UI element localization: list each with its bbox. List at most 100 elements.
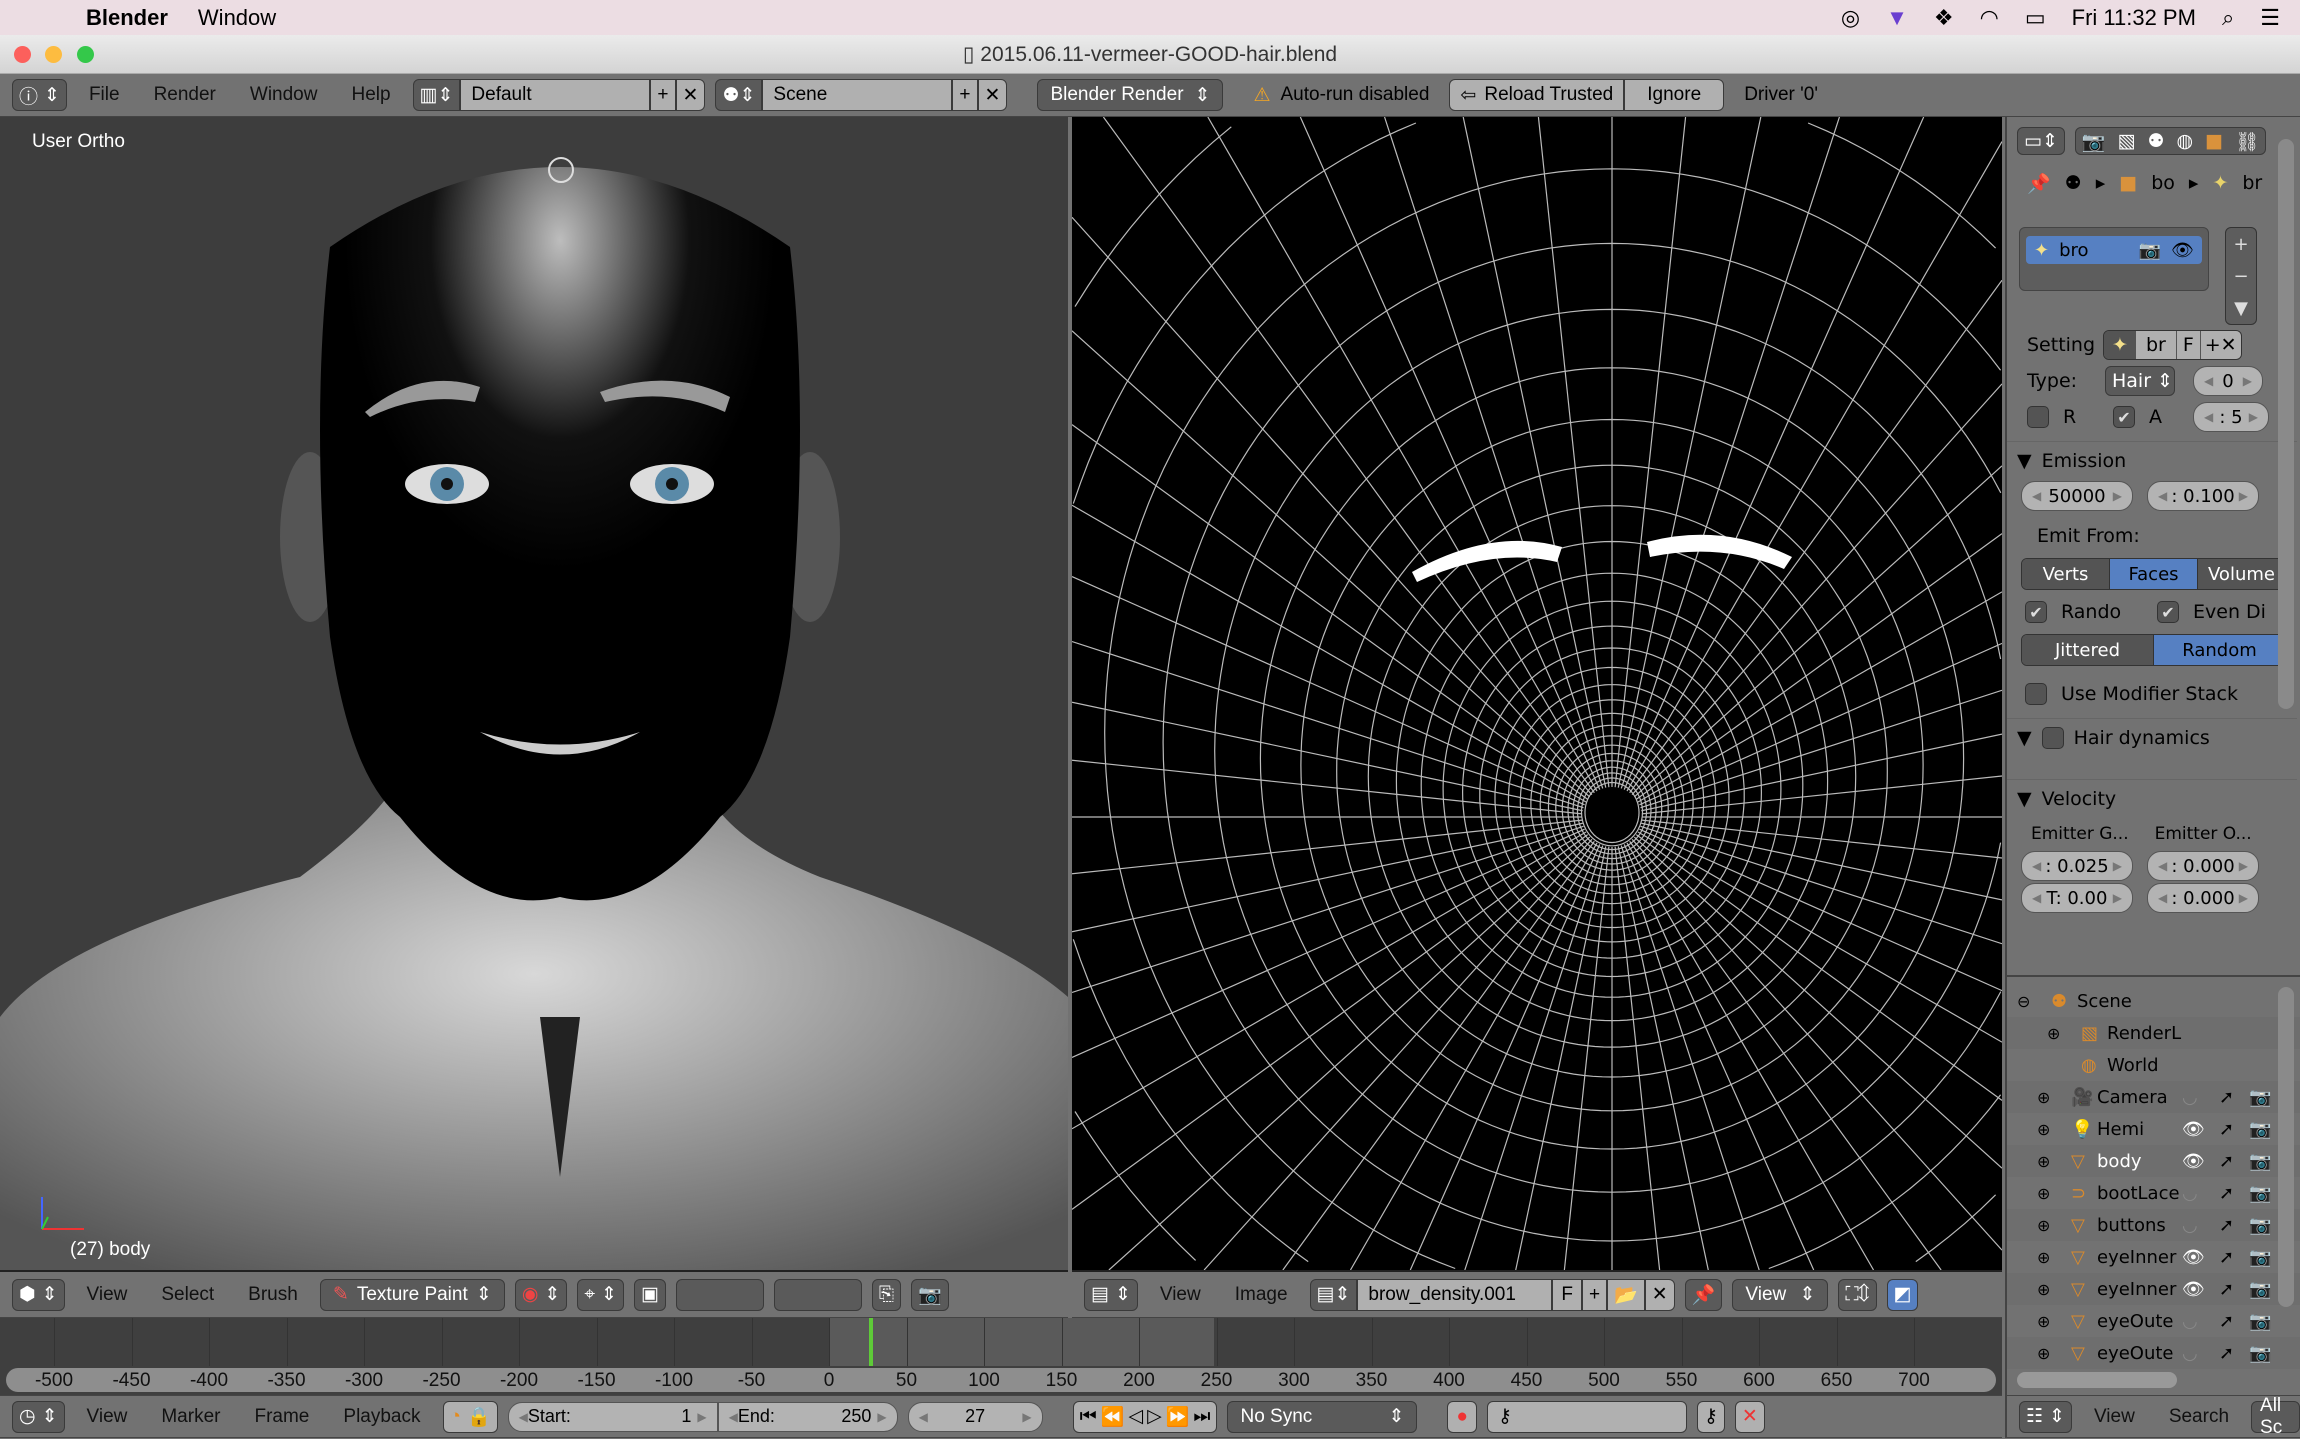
expand-icon[interactable]: ⊕ [2037, 1152, 2050, 1171]
prev-keyframe-icon[interactable]: ⏪ [1101, 1405, 1125, 1429]
reload-trusted-button[interactable]: ⇦ Reload Trusted [1449, 79, 1625, 111]
selectable-icon[interactable]: ➚ [2219, 1183, 2234, 1204]
lock-icon[interactable]: 🔒 [467, 1405, 491, 1429]
visibility-icon[interactable]: ◡ [2182, 1215, 2198, 1236]
outliner-item[interactable]: ⊕ ▽ eyeInner 👁 ➚ 📷 [2007, 1241, 2300, 1273]
menu-view[interactable]: View [75, 1406, 140, 1428]
sync-select[interactable]: No Sync ⇕ [1227, 1400, 1418, 1433]
add-slot-icon[interactable]: + [2233, 234, 2248, 255]
selectable-icon[interactable]: ➚ [2219, 1247, 2234, 1268]
r-checkbox[interactable] [2027, 406, 2049, 428]
render-engine-select[interactable]: Blender Render ⇕ [1037, 79, 1224, 111]
object-velocity-x-field[interactable]: ◀: 0.000 ▶ [2147, 851, 2259, 881]
menu-search[interactable]: Search [2157, 1406, 2241, 1428]
selectable-icon[interactable]: ➚ [2219, 1087, 2234, 1108]
ignore-button[interactable]: Ignore [1624, 79, 1725, 111]
expand-icon[interactable]: ⊕ [2037, 1344, 2050, 1363]
even-distribution-checkbox[interactable]: ✔ [2157, 601, 2179, 623]
visibility-icon[interactable]: 👁 [2182, 1279, 2205, 1300]
clock[interactable]: Fri 11:32 PM [2072, 5, 2196, 31]
outliner-item[interactable]: ⊕ ▽ eyeOute ◡ ➚ 📷 [2007, 1337, 2300, 1369]
link-icon[interactable]: ⎘ [871, 1278, 902, 1311]
expand-icon[interactable]: ⊕ [2037, 1248, 2050, 1267]
renderable-icon[interactable]: 📷 [2249, 1311, 2271, 1332]
image-mode-select[interactable]: View ⇕ [1732, 1278, 1829, 1311]
uv-image-editor[interactable] [1072, 117, 2002, 1270]
jump-start-icon[interactable]: ⏮ [1080, 1406, 1097, 1428]
outliner-hscrollbar[interactable] [2017, 1372, 2177, 1388]
outliner-item[interactable]: ⊖ ⚉ Scene [2007, 985, 2300, 1017]
record-icon[interactable]: ● [1447, 1400, 1477, 1433]
insert-key-icon[interactable]: ⚷ [1696, 1400, 1725, 1433]
mode-select[interactable]: ✎ Texture Paint ⇕ [319, 1278, 505, 1311]
menu-playback[interactable]: Playback [331, 1406, 432, 1428]
renderable-icon[interactable]: 📷 [2249, 1343, 2271, 1364]
world-tab-icon[interactable]: ◍ [2177, 130, 2194, 152]
settings-fake-user[interactable]: F [2175, 331, 2200, 359]
draw-icon[interactable]: ◩ [1886, 1278, 1919, 1311]
jump-end-icon[interactable]: ⏭ [1193, 1406, 1210, 1428]
outliner-item[interactable]: ⊕ ▧ RenderL [2007, 1017, 2300, 1049]
renderable-icon[interactable]: 📷 [2249, 1183, 2271, 1204]
menu-select[interactable]: Select [149, 1284, 226, 1306]
keying-set-field[interactable]: ⚷ [1486, 1400, 1687, 1433]
normal-velocity-field[interactable]: ◀: 0.025 ▶ [2021, 851, 2133, 881]
outliner-item[interactable]: ⊕ 🎥 Camera ◡ ➚ 📷 [2007, 1081, 2300, 1113]
expand-icon[interactable]: ⊕ [2037, 1184, 2050, 1203]
dropbox-icon[interactable]: ❖ [1934, 5, 1954, 31]
outliner-item-name[interactable]: World [2107, 1055, 2207, 1076]
renderable-icon[interactable]: 📷 [2249, 1151, 2271, 1172]
emission-seed-field[interactable]: ◀: 0.100 ▶ [2147, 481, 2259, 511]
scene-tab-icon[interactable]: ⚉ [2148, 130, 2165, 152]
visibility-icon[interactable]: ◡ [2182, 1183, 2198, 1204]
seed-field[interactable]: ◀ 0 ▶ [2193, 366, 2263, 396]
outliner-item[interactable]: ⊕ ▽ body 👁 ➚ 📷 [2007, 1145, 2300, 1177]
current-frame-field[interactable]: ◀ 27 ▶ [907, 1401, 1043, 1432]
pivot-select[interactable]: ⌖ ⇕ [577, 1278, 624, 1311]
unlink-image-icon[interactable]: ✕ [1644, 1278, 1675, 1311]
settings-selector[interactable]: ✦ br F +✕ [2103, 330, 2242, 360]
remove-layout-icon[interactable]: ✕ [675, 79, 706, 111]
menu-file[interactable]: File [77, 84, 132, 106]
menu-image[interactable]: Image [1223, 1284, 1300, 1306]
zoom-window-button[interactable] [77, 46, 94, 63]
random-checkbox[interactable]: ✔ [2025, 601, 2047, 623]
menu-marker[interactable]: Marker [149, 1406, 232, 1428]
timeline[interactable]: -500 -450 -400 -350 -300 -250 -200 -150 -100 -50 0… [0, 1318, 2002, 1395]
creative-cloud-icon[interactable]: ◎ [1841, 5, 1860, 31]
layers-1[interactable] [675, 1278, 764, 1311]
selectable-icon[interactable]: ➚ [2219, 1215, 2234, 1236]
renderable-icon[interactable]: 📷 [2249, 1215, 2271, 1236]
pin-icon[interactable]: 📌 [2027, 172, 2051, 195]
outliner-item[interactable]: ⊕ ▽ eyeInner 👁 ➚ 📷 [2007, 1273, 2300, 1305]
outliner-item-name[interactable]: RenderL [2107, 1023, 2207, 1044]
tangent-velocity-field[interactable]: ◀ T: 0.00 ▶ [2021, 883, 2133, 913]
pivot-select[interactable]: ⛶⇕ [1838, 1278, 1877, 1311]
modifier-stack-checkbox[interactable] [2025, 683, 2047, 705]
new-image-icon[interactable]: + [1582, 1278, 1608, 1311]
expand-icon[interactable]: ⊕ [2047, 1024, 2060, 1043]
display-mode-select[interactable]: All Sc [2251, 1395, 2300, 1438]
selectable-icon[interactable]: ➚ [2219, 1279, 2234, 1300]
play-reverse-icon[interactable]: ◁ [1128, 1405, 1143, 1428]
particle-settings-icon[interactable]: ✦ [2104, 331, 2136, 359]
render-camera-icon[interactable]: 📷 [911, 1278, 949, 1311]
notification-icon[interactable]: ☰ [2260, 5, 2280, 31]
start-frame-field[interactable]: ◀ Start: 1 ▶ [507, 1401, 718, 1432]
expand-icon[interactable]: ⊕ [2037, 1088, 2050, 1107]
editor-type-info[interactable]: ⓘ ⇕ [12, 79, 67, 111]
collapse-icon[interactable]: ⊖ [2017, 992, 2030, 1011]
menu-window[interactable]: Window [238, 84, 330, 106]
play-icon[interactable]: ▷ [1147, 1405, 1162, 1428]
outliner-item[interactable]: ⊕ 💡 Hemi 👁 ➚ 📷 [2007, 1113, 2300, 1145]
minimize-window-button[interactable] [45, 46, 62, 63]
remove-scene-icon[interactable]: ✕ [977, 79, 1008, 111]
hair-dynamics-checkbox[interactable] [2041, 727, 2064, 749]
particle-count-field[interactable]: ◀ 50000 ▶ [2021, 481, 2133, 511]
hair-dynamics-panel-header[interactable]: ▼ Hair dynamics [2007, 718, 2297, 779]
menu-icon[interactable]: ▼ [2234, 298, 2248, 319]
visibility-icon[interactable]: ◡ [2182, 1087, 2198, 1108]
emit-faces[interactable]: Faces [2110, 559, 2198, 589]
current-frame-indicator[interactable] [868, 1318, 873, 1366]
selectable-icon[interactable]: ➚ [2219, 1343, 2234, 1364]
